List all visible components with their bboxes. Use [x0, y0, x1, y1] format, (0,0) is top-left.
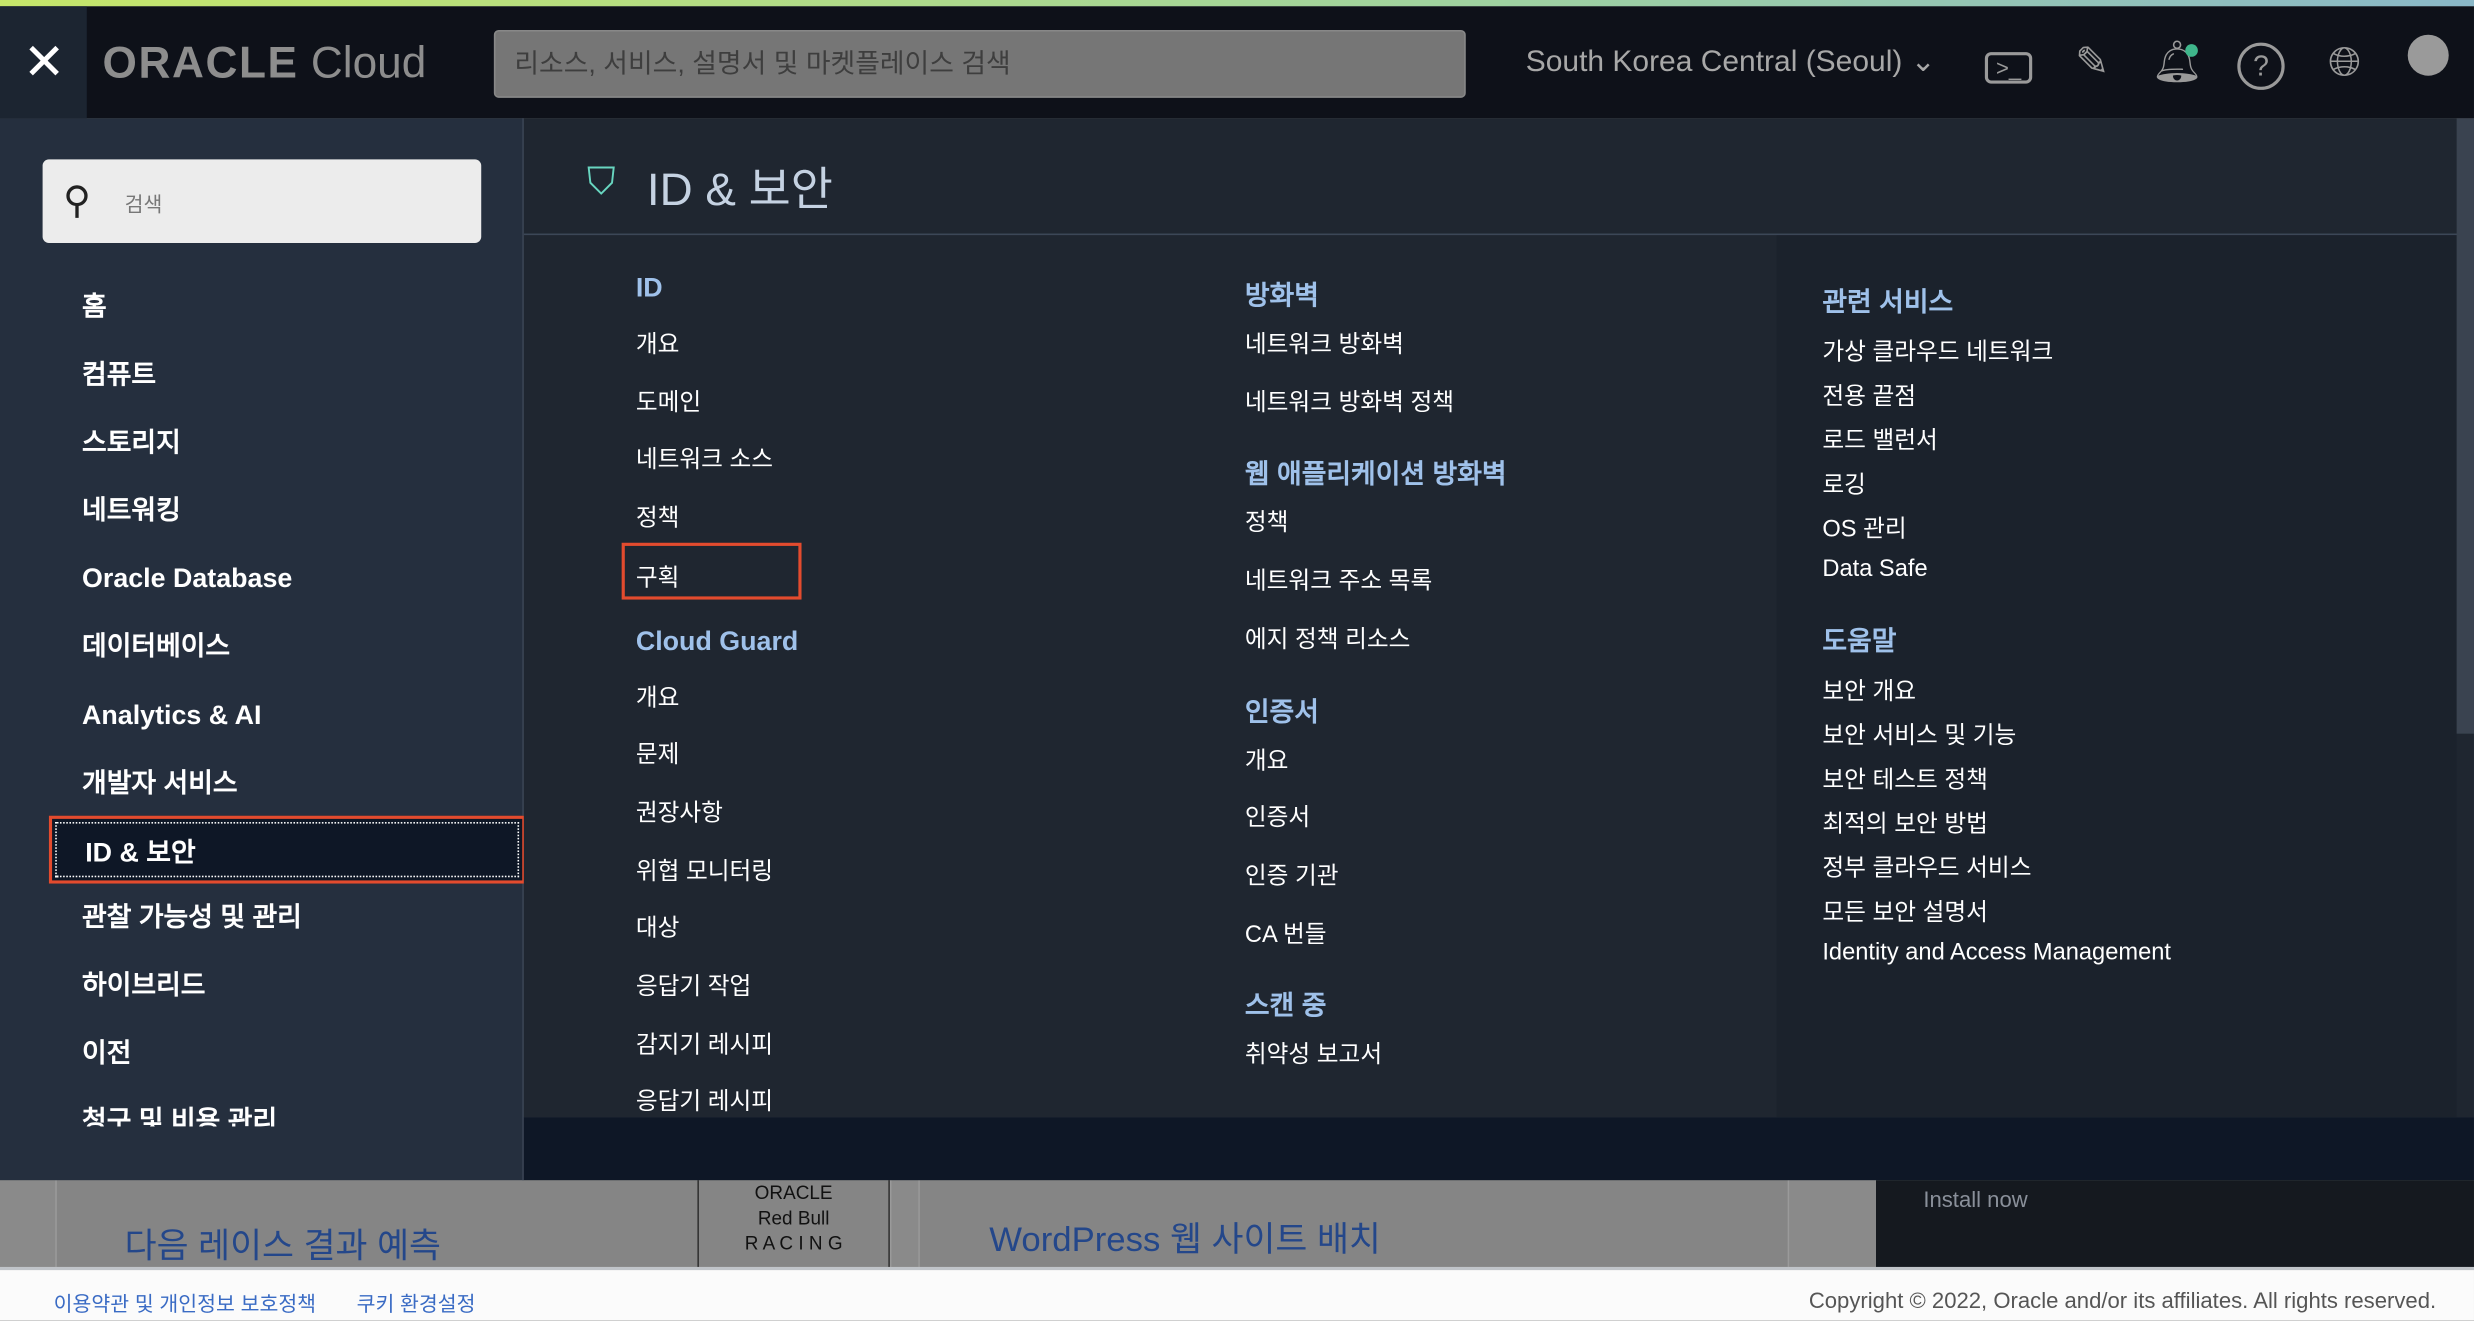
- panel-bottom: [523, 1117, 2474, 1181]
- bell-icon[interactable]: 🔔︎: [2151, 35, 2205, 89]
- search-icon: ⚲: [63, 179, 91, 223]
- sidebar-item[interactable]: Analytics & AI: [49, 682, 525, 750]
- sidebar-item[interactable]: 관찰 가능성 및 관리: [49, 884, 525, 952]
- menu-link[interactable]: 응답기 레시피: [636, 1085, 773, 1118]
- red-bull-racing-logo: ORACLE Red Bull R A C I N G: [697, 1180, 890, 1267]
- terms-link[interactable]: 이용약관 및 개인정보 보호정책: [54, 1287, 316, 1317]
- region-label: South Korea Central (Seoul): [1525, 45, 1903, 79]
- help-icon[interactable]: ?: [2234, 35, 2288, 90]
- panel-title: ID & 보안: [646, 165, 833, 217]
- menu-link[interactable]: 보안 서비스 및 기능: [1822, 718, 2016, 751]
- menu-link[interactable]: 정부 클라우드 서비스: [1822, 850, 2031, 883]
- sidebar-item[interactable]: 데이터베이스: [49, 612, 525, 680]
- menu-link[interactable]: 문제: [636, 737, 680, 770]
- menu-link[interactable]: 위협 모니터링: [636, 853, 773, 886]
- menu-link[interactable]: Data Safe: [1822, 555, 1927, 582]
- menu-link[interactable]: 도메인: [636, 384, 701, 417]
- menu-link[interactable]: 전용 끝점: [1822, 379, 1916, 412]
- sidebar-item[interactable]: 홈: [49, 273, 525, 341]
- oracle-cloud-logo[interactable]: ORACLE Cloud: [103, 38, 427, 88]
- menu-link[interactable]: 인증 기관: [1245, 858, 1339, 891]
- sidebar-item[interactable]: ID & 보안: [48, 815, 526, 884]
- menu-group-heading: Cloud Guard: [635, 625, 799, 656]
- global-search-input[interactable]: 리소스, 서비스, 설명서 및 마켓플레이스 검색: [493, 29, 1466, 98]
- logo-brand: ORACLE: [102, 37, 299, 87]
- menu-group-heading: 인증서: [1244, 696, 1319, 727]
- sidebar-item[interactable]: 스토리지: [49, 409, 525, 477]
- menu-link[interactable]: 네트워크 방화벽: [1245, 327, 1404, 360]
- menu-link[interactable]: 응답기 작업: [636, 969, 751, 1002]
- card-title[interactable]: 다음 레이스 결과 예측: [125, 1218, 441, 1268]
- user-icon[interactable]: [2401, 34, 2455, 89]
- shield-check-icon: ⛉: [586, 160, 616, 204]
- sidebar-item[interactable]: 컴퓨트: [49, 341, 525, 409]
- sidebar-item[interactable]: 하이브리드: [49, 951, 525, 1019]
- menu-link[interactable]: 개요: [636, 327, 680, 360]
- menu-link[interactable]: 모든 보안 설명서: [1822, 895, 1988, 928]
- menu-link[interactable]: 개요: [636, 679, 680, 712]
- menu-link[interactable]: 정책: [1245, 506, 1289, 539]
- menu-link[interactable]: 감지기 레시피: [636, 1027, 773, 1060]
- menu-link[interactable]: 에지 정책 리소스: [1245, 621, 1411, 654]
- copyright: Copyright © 2022, Oracle and/or its affi…: [1808, 1287, 2437, 1313]
- menu-link[interactable]: 네트워크 주소 목록: [1245, 563, 1432, 596]
- menu-link[interactable]: 가상 클라우드 네트워크: [1822, 334, 2053, 367]
- menu-link[interactable]: 권장사항: [636, 795, 723, 828]
- menu-link[interactable]: 로드 밸런서: [1822, 423, 1937, 456]
- sidebar-item[interactable]: 개발자 서비스: [49, 749, 525, 817]
- sidebar-item[interactable]: 청구 및 비용 관리: [49, 1087, 525, 1127]
- menu-link[interactable]: 인증서: [1245, 800, 1310, 833]
- menu-link[interactable]: 네트워크 소스: [636, 442, 773, 475]
- menu-link[interactable]: Identity and Access Management: [1822, 939, 2171, 966]
- sidebar-item[interactable]: 이전: [49, 1019, 525, 1087]
- close-icon[interactable]: ✕: [22, 36, 66, 86]
- chevron-down-icon: ⌄: [1910, 45, 1936, 79]
- logo-product: Cloud: [310, 37, 427, 87]
- oci-console: ✕ ORACLE Cloud 리소스, 서비스, 설명서 및 마켓플레이스 검색…: [0, 0, 2474, 1321]
- menu-link[interactable]: OS 관리: [1822, 511, 1906, 544]
- menu-group-heading: 웹 애플리케이션 방화벽: [1244, 459, 1507, 490]
- card-title[interactable]: WordPress 웹 사이트 배치: [989, 1212, 1381, 1262]
- menu-group-heading: 방화벽: [1244, 280, 1319, 311]
- globe-icon[interactable]: 🌐︎: [2318, 35, 2372, 89]
- region-selector[interactable]: South Korea Central (Seoul) ⌄: [1526, 44, 1936, 80]
- sidebar-item[interactable]: 네트워킹: [49, 476, 525, 544]
- edit-icon[interactable]: ✎: [2065, 35, 2119, 89]
- cloud-shell-icon[interactable]: >_: [1982, 35, 2036, 89]
- search-placeholder: 검색: [124, 192, 163, 217]
- menu-group-heading: 도움말: [1822, 626, 1897, 657]
- menu-link[interactable]: 로깅: [1822, 467, 1866, 500]
- menu-link[interactable]: 보안 개요: [1822, 674, 1916, 707]
- menu-link[interactable]: 취약성 보고서: [1245, 1037, 1382, 1070]
- cookie-settings-link[interactable]: 쿠키 환경설정: [357, 1287, 476, 1317]
- menu-group-heading: 스캔 중: [1244, 991, 1327, 1022]
- menu-group-heading: 관련 서비스: [1822, 287, 1954, 318]
- menu-group-heading: ID: [635, 272, 663, 303]
- menu-link[interactable]: 네트워크 방화벽 정책: [1245, 384, 1454, 417]
- sidebar-item[interactable]: Oracle Database: [49, 544, 525, 612]
- scrollbar[interactable]: [2456, 118, 2474, 734]
- menu-link[interactable]: CA 번들: [1245, 916, 1327, 949]
- menu-search-input[interactable]: ⚲ 검색: [42, 159, 482, 243]
- menu-link-compartments[interactable]: 구획: [621, 542, 802, 600]
- menu-link[interactable]: 정책: [636, 500, 680, 533]
- menu-link[interactable]: 대상: [636, 911, 680, 944]
- install-now-link[interactable]: Install now: [1923, 1187, 2027, 1212]
- menu-link[interactable]: 개요: [1245, 742, 1289, 775]
- menu-link[interactable]: 최적의 보안 방법: [1822, 806, 1988, 839]
- menu-link[interactable]: 보안 테스트 정책: [1822, 762, 1988, 795]
